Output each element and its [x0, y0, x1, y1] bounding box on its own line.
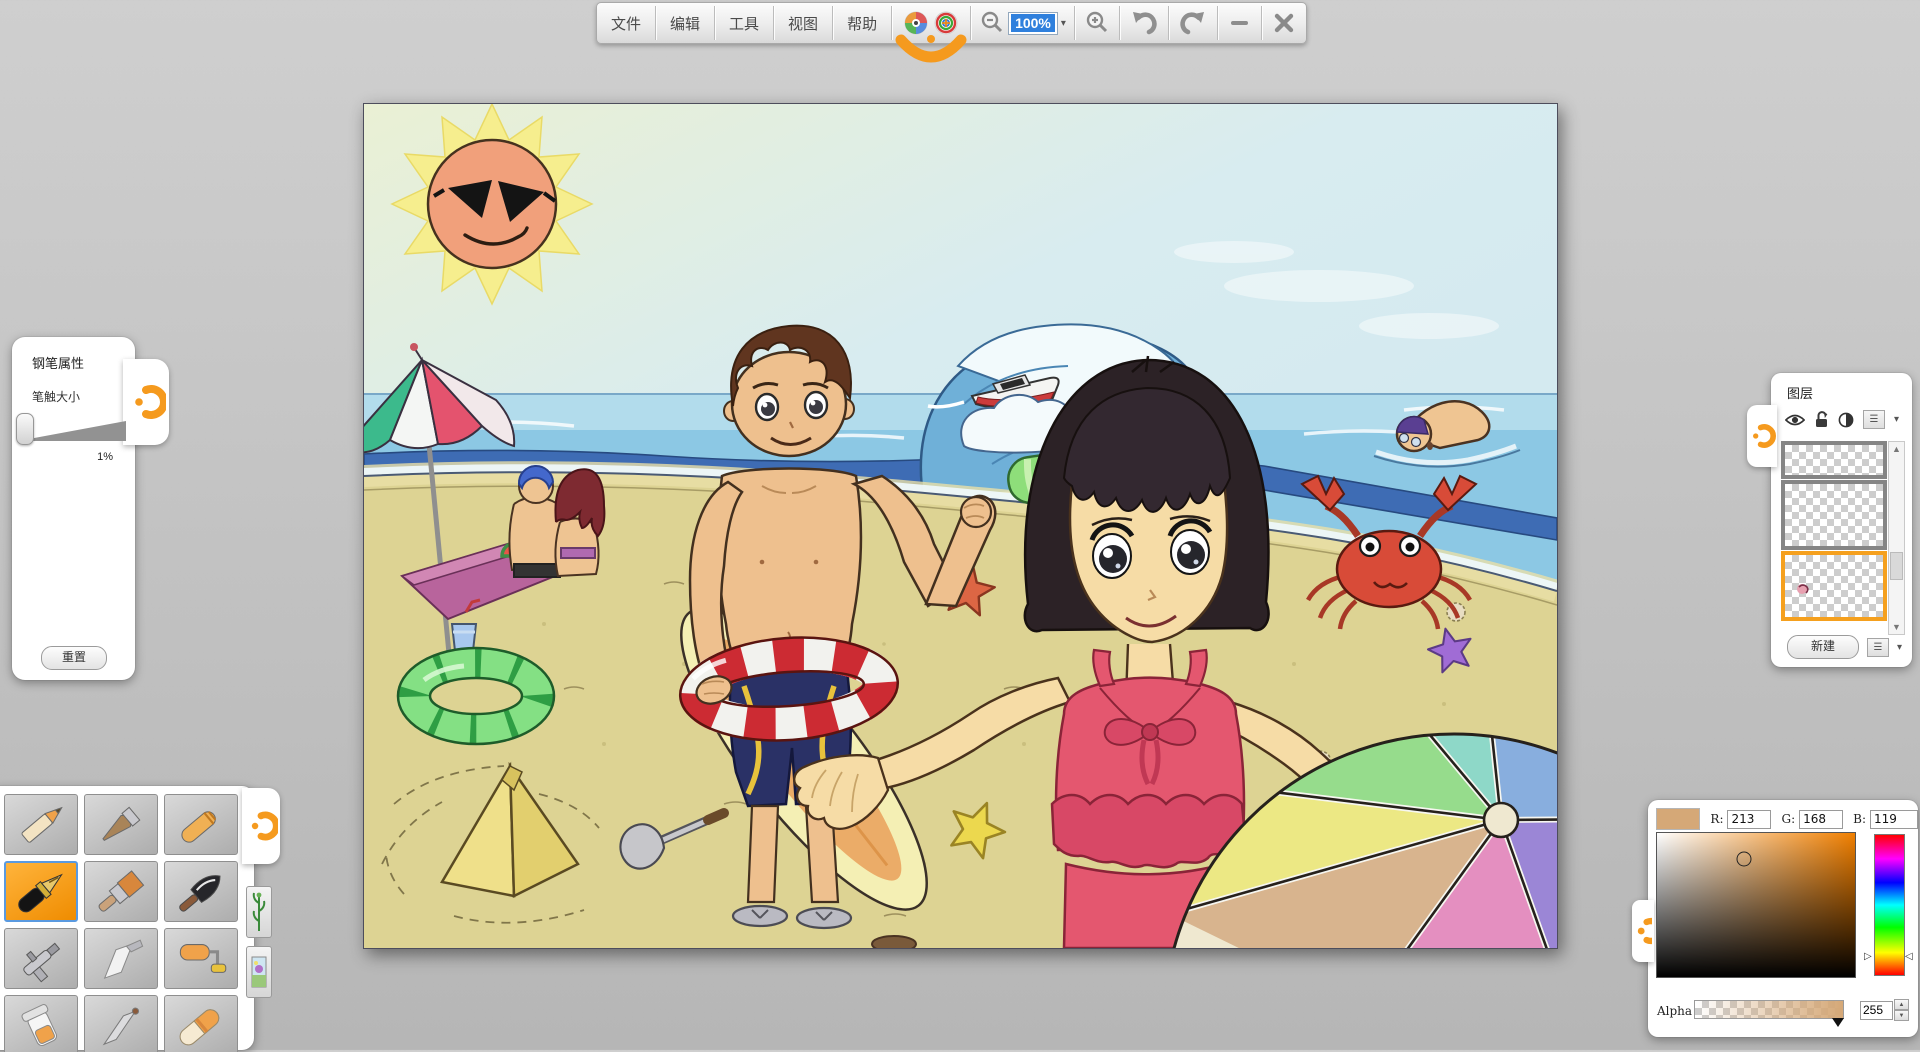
pen-reset-button[interactable]: 重置	[41, 646, 107, 670]
clown-right-eye-icon	[933, 10, 959, 36]
brush-fountain-pen-selected[interactable]	[4, 861, 78, 922]
layer-thumbnail-2[interactable]	[1781, 480, 1887, 550]
alpha-slider[interactable]	[1694, 1000, 1844, 1019]
close-icon	[1274, 13, 1294, 33]
redo-arrow-icon	[1179, 10, 1207, 36]
alpha-marker[interactable]	[1832, 1018, 1844, 1027]
hue-marker-left-icon[interactable]: ▷	[1864, 952, 1872, 962]
minimize-icon	[1231, 21, 1248, 25]
layers-panel: 图层 ☰ ▾ ▲ ▼ 新建 ☰ ▾	[1771, 373, 1912, 667]
brush-size-label: 笔触大小	[12, 372, 135, 405]
menu-tools[interactable]: 工具	[715, 3, 773, 43]
blend-contrast-icon[interactable]	[1838, 412, 1854, 428]
brush-size-slider[interactable]	[16, 415, 129, 449]
zoom-level-field[interactable]: 100%	[1008, 12, 1058, 35]
plant-icon	[251, 891, 267, 933]
g-input[interactable]	[1799, 810, 1843, 829]
brush-eraser[interactable]	[164, 995, 238, 1052]
layer-scrollbar[interactable]: ▲ ▼	[1888, 441, 1905, 635]
pen-panel-title: 钢笔属性	[12, 337, 135, 372]
menu-view[interactable]: 视图	[774, 3, 832, 43]
brush-panel-collapse-tab[interactable]	[242, 788, 280, 864]
b-input[interactable]	[1870, 810, 1918, 829]
layer-list	[1781, 441, 1887, 622]
current-color-swatch	[1656, 808, 1700, 830]
drawing-canvas[interactable]	[363, 103, 1558, 949]
brush-airbrush[interactable]	[4, 928, 78, 989]
sv-cursor[interactable]	[1737, 851, 1752, 866]
brush-size-slider-thumb[interactable]	[16, 413, 34, 445]
main-toolbar: 文件 编辑 工具 视图 帮助	[596, 2, 1307, 44]
alpha-input[interactable]	[1860, 1001, 1893, 1020]
zoom-level-value: 100%	[1011, 14, 1055, 32]
color-picker-panel: R: G: B: ▷ ◁ Alpha ▲ ▼	[1648, 800, 1918, 1037]
hue-bar[interactable]	[1874, 834, 1905, 976]
saturation-value-square[interactable]	[1656, 832, 1856, 978]
clown-smile-icon	[894, 34, 968, 72]
brush-grid	[4, 794, 238, 1052]
visibility-eye-icon[interactable]	[1785, 413, 1805, 427]
brush-paint-roller[interactable]	[164, 928, 238, 989]
menu-file[interactable]: 文件	[597, 3, 655, 43]
clown-face-logo	[892, 3, 970, 43]
hue-marker-right-icon[interactable]: ◁	[1905, 952, 1913, 962]
brush-crayon[interactable]	[164, 794, 238, 855]
layer-menu-button[interactable]: ☰	[1863, 410, 1885, 429]
alpha-label: Alpha	[1657, 1004, 1692, 1018]
layer-menu-caret[interactable]: ▾	[1894, 414, 1899, 425]
picture-sticker-button[interactable]	[246, 946, 272, 998]
paint-app-desktop: { "toolbar": { "menus": ["文件", "编辑", "工具…	[0, 0, 1920, 1050]
unlock-icon[interactable]	[1814, 411, 1829, 428]
r-label: R:	[1710, 812, 1723, 826]
scrollbar-thumb[interactable]	[1890, 552, 1903, 580]
close-button[interactable]	[1262, 3, 1306, 43]
g-label: G:	[1781, 812, 1795, 826]
zoom-dropdown-caret[interactable]: ▾	[1061, 18, 1066, 29]
undo-button[interactable]	[1120, 3, 1168, 43]
b-label: B:	[1853, 812, 1866, 826]
menu-help[interactable]: 帮助	[833, 3, 891, 43]
brush-palette-panel	[0, 786, 254, 1050]
zoom-controls: 100% ▾	[971, 3, 1074, 43]
scroll-up-icon[interactable]: ▲	[1889, 444, 1904, 454]
green-swim-ring	[398, 648, 554, 744]
brush-palette-knife[interactable]	[84, 928, 158, 989]
layer-thumbnail-3-active[interactable]	[1781, 551, 1887, 621]
picture-icon	[251, 951, 267, 993]
layers-panel-title: 图层	[1771, 373, 1912, 402]
clown-left-eye-icon	[903, 10, 929, 36]
buried-toy	[872, 936, 916, 948]
plant-sticker-button[interactable]	[246, 886, 272, 938]
menu-edit[interactable]: 编辑	[656, 3, 714, 43]
brush-pencil[interactable]	[4, 794, 78, 855]
alpha-spin-up[interactable]: ▲	[1894, 999, 1909, 1010]
layer-sketch-mark	[1793, 579, 1813, 599]
layer-thumbnail-1[interactable]	[1781, 441, 1887, 479]
clown-tab-icon	[1634, 904, 1652, 958]
clown-tab-icon	[244, 798, 278, 854]
brush-size-value: 1%	[12, 451, 135, 463]
pen-properties-panel: 钢笔属性 笔触大小 1% 重置	[12, 337, 135, 680]
brush-paint-jar[interactable]	[4, 995, 78, 1052]
brush-pastel-stick[interactable]	[84, 794, 158, 855]
zoom-out-button[interactable]	[979, 10, 1005, 36]
layers-options-button[interactable]: ☰	[1867, 638, 1889, 657]
redo-button[interactable]	[1169, 3, 1217, 43]
minimize-button[interactable]	[1218, 3, 1261, 43]
beach-artwork-svg	[364, 104, 1557, 948]
color-panel-collapse-tab[interactable]	[1632, 900, 1654, 962]
alpha-gradient	[1695, 1001, 1843, 1018]
new-layer-button[interactable]: 新建	[1787, 635, 1859, 659]
brush-ink-brush[interactable]	[164, 861, 238, 922]
zoom-in-button[interactable]	[1075, 3, 1119, 43]
scroll-down-icon[interactable]: ▼	[1889, 622, 1904, 632]
magnifier-plus-icon	[1084, 10, 1110, 36]
brush-flat-brush[interactable]	[84, 861, 158, 922]
layers-options-caret[interactable]: ▾	[1897, 642, 1902, 653]
brush-liner-pen[interactable]	[84, 995, 158, 1052]
alpha-spin-down[interactable]: ▼	[1894, 1010, 1909, 1021]
r-input[interactable]	[1727, 810, 1771, 829]
undo-arrow-icon	[1130, 10, 1158, 36]
